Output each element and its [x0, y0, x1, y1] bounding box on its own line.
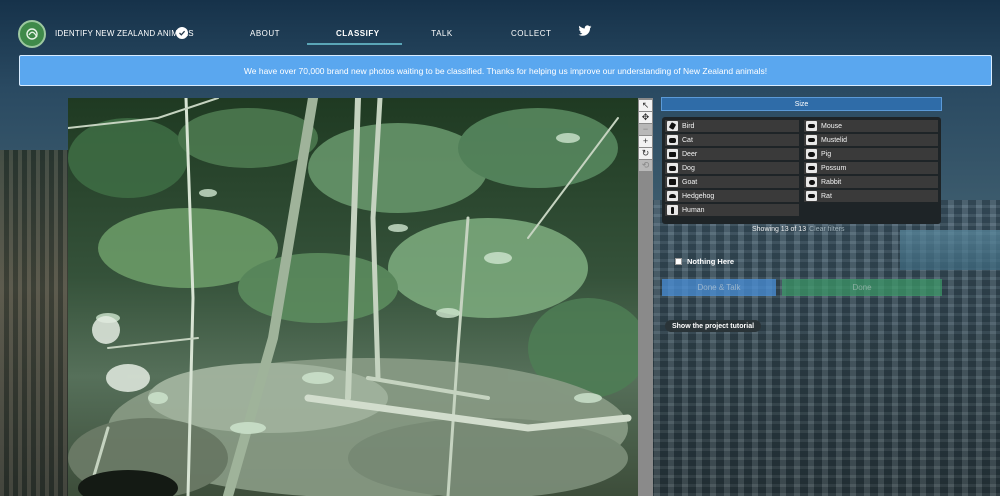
- tutorial-button[interactable]: Show the project tutorial: [665, 320, 761, 332]
- choice-label: Human: [682, 206, 705, 214]
- choice-label: Possum: [821, 164, 847, 172]
- choice-label: Pig: [821, 150, 832, 158]
- choice-label: Rabbit: [821, 178, 842, 186]
- choice-label: Goat: [682, 178, 698, 186]
- showing-text: Showing 13 of 13: [752, 226, 807, 233]
- tab-talk[interactable]: TALK: [431, 29, 453, 38]
- choice-label: Deer: [682, 150, 698, 158]
- deer-icon: [667, 149, 678, 159]
- choice-label: Mouse: [821, 122, 843, 130]
- size-filter-label: Size: [794, 100, 809, 108]
- choice-hedgehog[interactable]: Hedgehog: [665, 190, 799, 202]
- hedgehog-icon: [667, 191, 678, 201]
- nothing-here-label: Nothing Here: [687, 257, 735, 266]
- choice-pig[interactable]: Pig: [804, 148, 938, 160]
- done-button[interactable]: Done: [782, 279, 942, 296]
- nothing-here-checkbox[interactable]: [675, 258, 682, 265]
- showing-count: Showing 13 of 13 Clear filters: [752, 226, 845, 233]
- choice-label: Cat: [682, 136, 693, 144]
- dog-icon: [667, 163, 678, 173]
- pointer-icon[interactable]: ↖: [639, 100, 652, 111]
- rabbit-icon: [806, 177, 817, 187]
- background-harbour: [900, 230, 1000, 270]
- choice-label: Rat: [821, 192, 832, 200]
- bird-icon: [667, 121, 678, 131]
- choice-rat[interactable]: Rat: [804, 190, 938, 202]
- active-tab-indicator: [307, 43, 402, 45]
- size-filter-button[interactable]: Size: [661, 97, 942, 111]
- kiwi-logo-icon[interactable]: [18, 20, 46, 48]
- mustelid-icon: [806, 135, 817, 145]
- check-badge-icon: [176, 27, 188, 39]
- goat-icon: [667, 177, 678, 187]
- pan-icon[interactable]: ✥: [639, 112, 652, 123]
- choice-label: Bird: [682, 122, 695, 130]
- forest-photo: [68, 98, 638, 496]
- tab-about[interactable]: ABOUT: [250, 29, 280, 38]
- zoom-out-icon[interactable]: −: [639, 124, 652, 135]
- choice-possum[interactable]: Possum: [804, 162, 938, 174]
- tab-collect[interactable]: COLLECT: [511, 29, 551, 38]
- reset-icon[interactable]: ⟲: [639, 160, 652, 171]
- done-and-talk-button[interactable]: Done & Talk: [662, 279, 776, 296]
- choice-dog[interactable]: Dog: [665, 162, 799, 174]
- choice-mustelid[interactable]: Mustelid: [804, 134, 938, 146]
- choice-goat[interactable]: Goat: [665, 176, 799, 188]
- kiwi-logo-glyph: [26, 28, 38, 40]
- choice-label: Hedgehog: [682, 192, 715, 200]
- nothing-here-option[interactable]: Nothing Here: [675, 257, 734, 266]
- background-hill: [0, 150, 70, 496]
- species-choices: Bird Cat Deer Dog Goat Hedgehog Human Mo…: [662, 117, 941, 224]
- announcement-banner: We have over 70,000 brand new photos wai…: [19, 55, 992, 86]
- viewer-toolbar: ↖ ✥ − + ↻ ⟲: [638, 98, 653, 496]
- choice-mouse[interactable]: Mouse: [804, 120, 938, 132]
- project-title[interactable]: IDENTIFY NEW ZEALAND ANIMALS: [55, 29, 194, 38]
- cat-icon: [667, 135, 678, 145]
- subject-image[interactable]: [68, 98, 638, 496]
- banner-text: We have over 70,000 brand new photos wai…: [243, 65, 768, 76]
- choice-bird[interactable]: Bird: [665, 120, 799, 132]
- human-icon: [667, 205, 678, 215]
- top-navigation: IDENTIFY NEW ZEALAND ANIMALS ABOUT CLASS…: [0, 0, 1000, 50]
- possum-icon: [806, 163, 817, 173]
- choice-human[interactable]: Human: [665, 204, 799, 216]
- zoom-in-icon[interactable]: +: [639, 136, 652, 147]
- tab-classify[interactable]: CLASSIFY: [336, 29, 379, 38]
- rat-icon: [806, 191, 817, 201]
- mouse-icon: [806, 121, 817, 131]
- choice-cat[interactable]: Cat: [665, 134, 799, 146]
- choice-rabbit[interactable]: Rabbit: [804, 176, 938, 188]
- choice-label: Mustelid: [821, 136, 848, 144]
- clear-filters-link[interactable]: Clear filters: [809, 226, 844, 233]
- pig-icon: [806, 149, 817, 159]
- choice-label: Dog: [682, 164, 695, 172]
- twitter-icon[interactable]: [578, 25, 592, 37]
- choice-deer[interactable]: Deer: [665, 148, 799, 160]
- rotate-icon[interactable]: ↻: [639, 148, 652, 159]
